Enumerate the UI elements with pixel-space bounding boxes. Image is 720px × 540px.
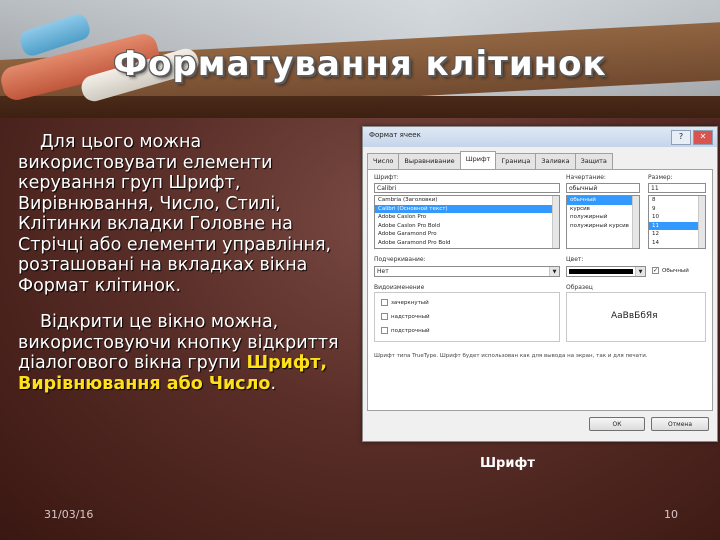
tab-protection[interactable]: Защита: [574, 153, 613, 169]
tab-number[interactable]: Число: [367, 153, 400, 169]
paragraph-2-end: .: [270, 373, 277, 394]
wooden-ledge-shadow: [0, 96, 720, 118]
list-item[interactable]: Adobe Caslon Pro: [375, 213, 559, 222]
cancel-button[interactable]: Отмена: [651, 417, 709, 431]
list-item[interactable]: 12: [649, 230, 705, 239]
list-item-selected[interactable]: 11: [649, 221, 705, 230]
tab-alignment[interactable]: Выравнивание: [398, 153, 461, 169]
chevron-down-icon[interactable]: ▼: [635, 267, 645, 276]
font-tab-panel: Шрифт: Calibri Cambria (Заголовки) Calib…: [367, 169, 713, 411]
checkbox-box[interactable]: [381, 299, 388, 306]
underline-select[interactable]: Нет ▼: [374, 266, 560, 277]
list-item[interactable]: Adobe Garamond Pro: [375, 230, 559, 239]
list-item[interactable]: 9: [649, 205, 705, 214]
underline-value: Нет: [377, 268, 389, 275]
dialog-titlebar: Формат ячеек ? ✕: [363, 127, 717, 147]
dialog-caption: Шрифт: [480, 456, 535, 471]
tab-fill[interactable]: Заливка: [535, 153, 576, 169]
footer-date: 31/03/16: [44, 508, 94, 521]
list-item[interactable]: 8: [649, 196, 705, 205]
font-size-input[interactable]: 11: [648, 183, 706, 193]
font-label: Шрифт:: [374, 174, 399, 181]
color-label: Цвет:: [566, 256, 584, 263]
strikethrough-label: зачеркнутый: [391, 299, 429, 306]
ok-button[interactable]: ОК: [589, 417, 645, 431]
list-item[interactable]: Cambria (Заголовки): [375, 196, 559, 205]
list-item-selected[interactable]: обычный: [567, 196, 639, 205]
slide-title: Форматування клітинок: [113, 44, 607, 84]
sample-group: АаВвБбЯя: [566, 292, 706, 342]
subscript-checkbox[interactable]: подстрочный: [381, 327, 430, 334]
scrollbar[interactable]: [698, 196, 705, 248]
tab-font[interactable]: Шрифт: [459, 151, 497, 171]
chevron-down-icon[interactable]: ▼: [549, 267, 559, 276]
effects-label: Видоизменение: [374, 284, 425, 291]
normal-font-label: Обычный: [662, 267, 689, 274]
font-style-input[interactable]: обычный: [566, 183, 640, 193]
checkbox-box[interactable]: [381, 313, 388, 320]
paragraph-1: Для цього можна використовувати елементи…: [18, 132, 332, 296]
tab-border[interactable]: Граница: [495, 153, 537, 169]
checkbox-box[interactable]: ✓: [652, 267, 659, 274]
list-item[interactable]: 10: [649, 213, 705, 222]
superscript-label: надстрочный: [391, 313, 430, 320]
subscript-label: подстрочный: [391, 327, 430, 334]
underline-label: Подчеркивание:: [374, 256, 426, 263]
list-item[interactable]: Adobe Garamond Pro Bold: [375, 239, 559, 248]
superscript-checkbox[interactable]: надстрочный: [381, 313, 430, 320]
font-style-list[interactable]: обычный курсив полужирный полужирный кур…: [566, 195, 640, 249]
sample-text: АаВвБбЯя: [611, 311, 658, 321]
dialog-tabs: Число Выравнивание Шрифт Граница Заливка…: [367, 151, 613, 171]
list-item-selected[interactable]: Calibri (Основной текст): [375, 204, 559, 213]
strikethrough-checkbox[interactable]: зачеркнутый: [381, 299, 429, 306]
font-name-list[interactable]: Cambria (Заголовки) Calibri (Основной те…: [374, 195, 560, 249]
scrollbar[interactable]: [552, 196, 559, 248]
list-item[interactable]: 14: [649, 239, 705, 248]
font-name-input[interactable]: Calibri: [374, 183, 560, 193]
list-item[interactable]: Adobe Caslon Pro Bold: [375, 222, 559, 231]
color-swatch: [569, 269, 633, 274]
list-item[interactable]: полужирный курсив: [567, 222, 639, 231]
help-button[interactable]: ?: [671, 130, 691, 145]
style-label: Начертание:: [566, 174, 606, 181]
slide: Форматування клітинок Для цього можна ви…: [0, 0, 720, 540]
dialog-title: Формат ячеек: [369, 131, 421, 139]
sample-label: Образец: [566, 284, 593, 291]
slide-body: Для цього можна використовувати елементи…: [18, 132, 348, 410]
page-number: 10: [664, 508, 678, 521]
font-size-list[interactable]: 8 9 10 11 12 14: [648, 195, 706, 249]
size-label: Размер:: [648, 174, 673, 181]
color-select[interactable]: ▼: [566, 266, 646, 277]
close-button[interactable]: ✕: [693, 130, 713, 145]
normal-font-checkbox[interactable]: ✓ Обычный: [652, 267, 689, 274]
effects-group: зачеркнутый надстрочный подстрочный: [374, 292, 560, 342]
paragraph-2: Відкрити це вікно можна, використовуючи …: [18, 312, 348, 394]
list-item[interactable]: полужирный: [567, 213, 639, 222]
checkbox-box[interactable]: [381, 327, 388, 334]
list-item[interactable]: курсив: [567, 205, 639, 214]
format-cells-dialog: Формат ячеек ? ✕ Число Выравнивание Шриф…: [362, 126, 718, 442]
font-footnote: Шрифт типа TrueType. Шрифт будет использ…: [374, 353, 648, 359]
scrollbar[interactable]: [632, 196, 639, 248]
